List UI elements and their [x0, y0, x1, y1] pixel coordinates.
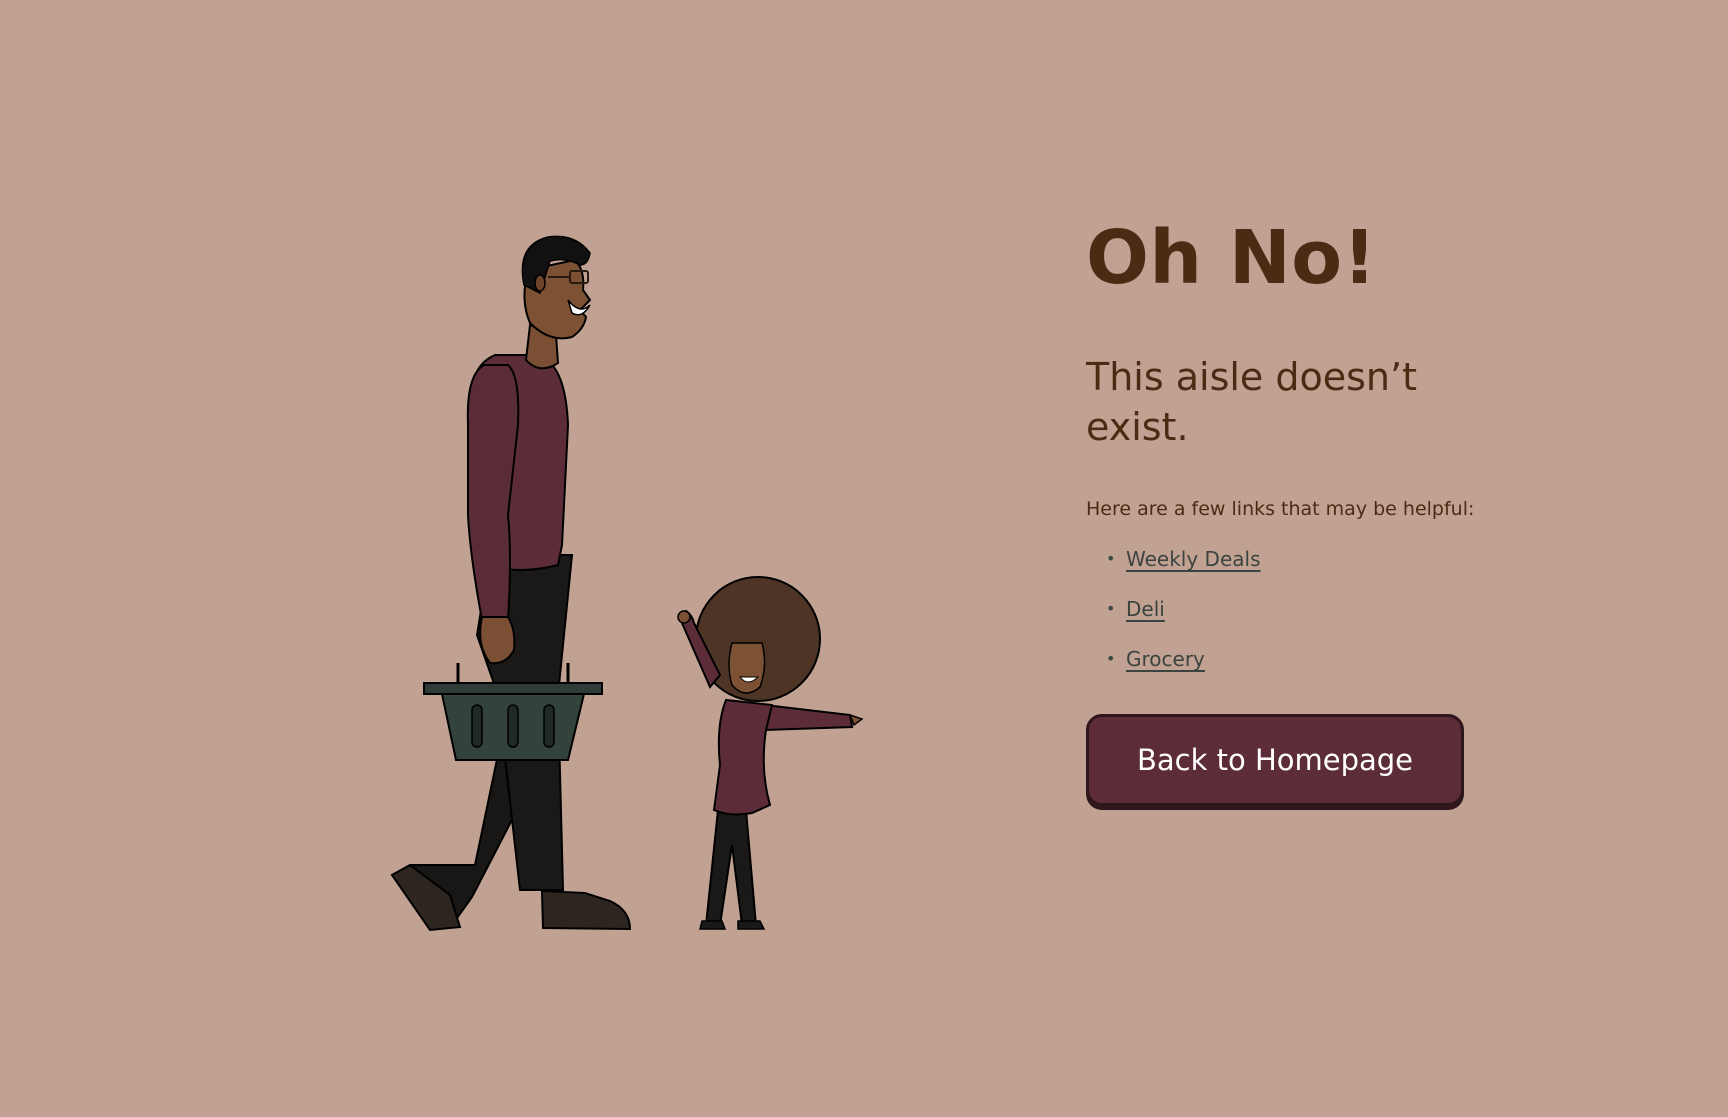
adult-figure: [390, 235, 632, 932]
list-item: • Weekly Deals: [1106, 534, 1506, 584]
error-content: Oh No! This aisle doesn’t exist. Here ar…: [1086, 215, 1506, 807]
link-grocery[interactable]: Grocery: [1126, 647, 1205, 671]
page-subtitle: This aisle doesn’t exist.: [1086, 355, 1417, 449]
list-item: • Grocery: [1106, 634, 1506, 684]
bullet-icon: •: [1106, 649, 1116, 669]
list-item: • Deli: [1106, 584, 1506, 634]
child-figure: [677, 576, 864, 930]
link-weekly-deals[interactable]: Weekly Deals: [1126, 547, 1260, 571]
link-deli[interactable]: Deli: [1126, 597, 1165, 621]
bullet-icon: •: [1106, 599, 1116, 619]
back-to-homepage-button[interactable]: Back to Homepage: [1086, 714, 1464, 807]
bullet-icon: •: [1106, 549, 1116, 569]
page-title: Oh No!: [1086, 215, 1377, 301]
helper-text: Here are a few links that may be helpful…: [1086, 498, 1475, 521]
illustration-svg: [390, 235, 864, 932]
shoppers-illustration: [380, 225, 900, 935]
helpful-links-list: • Weekly Deals • Deli • Grocery: [1086, 534, 1506, 684]
